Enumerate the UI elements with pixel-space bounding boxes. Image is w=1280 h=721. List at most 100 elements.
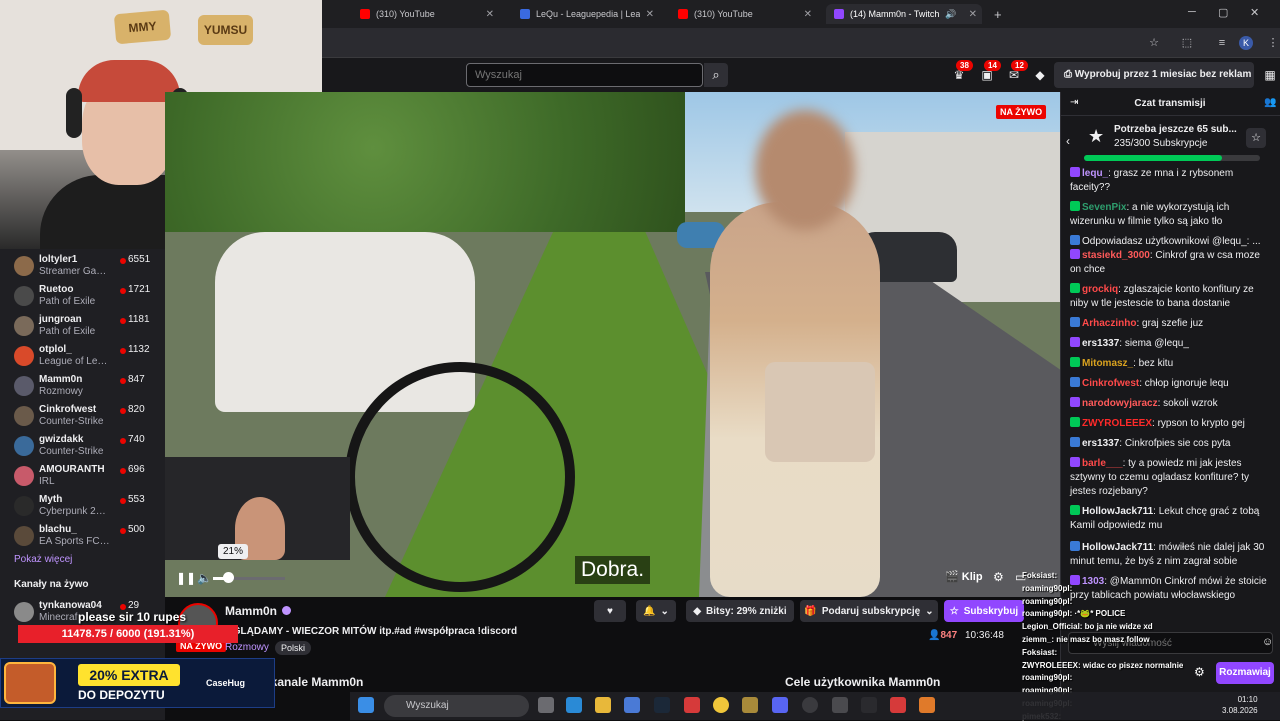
window-close-icon[interactable]: ✕ bbox=[1250, 6, 1259, 19]
language-tag[interactable]: Polski bbox=[275, 641, 312, 655]
extensions-icon[interactable]: ⬚ bbox=[1180, 36, 1194, 50]
close-icon[interactable]: ✕ bbox=[646, 9, 654, 20]
new-tab-button[interactable]: + bbox=[986, 4, 1006, 24]
chat-send-button[interactable]: Rozmawiaj bbox=[1216, 662, 1274, 684]
star-button-icon[interactable]: ☆ bbox=[1246, 128, 1266, 148]
donation-message: please sir 10 rupes bbox=[78, 610, 187, 624]
chat-username[interactable]: Arhaczinho bbox=[1082, 318, 1136, 329]
emote-picker-icon[interactable]: ☺ bbox=[1262, 636, 1273, 648]
chat-username[interactable]: grockiq bbox=[1082, 284, 1118, 295]
browser-tab[interactable]: (310) YouTube ✕ bbox=[352, 4, 502, 24]
chat-username[interactable]: narodowyjaracz bbox=[1082, 398, 1158, 409]
subscribe-button[interactable]: ☆ Subskrybuj bbox=[944, 600, 1024, 622]
reading-list-icon[interactable]: ≡ bbox=[1215, 36, 1229, 50]
riot-icon[interactable] bbox=[890, 697, 906, 713]
chat-username[interactable]: ers1337 bbox=[1082, 438, 1119, 449]
sidebar-channel[interactable]: Mamm0n Rozmowy 847 bbox=[0, 372, 165, 402]
chat-username[interactable]: SevenPix bbox=[1082, 202, 1126, 213]
live-dot-icon bbox=[120, 498, 126, 504]
promo-label: Wyprobuj przez 1 miesiac bez reklam bbox=[1074, 69, 1252, 80]
sidebar-channel[interactable]: loltyler1 Streamer Games 6551 bbox=[0, 252, 165, 282]
chat-username[interactable]: ers1337 bbox=[1082, 338, 1119, 349]
app-icon[interactable] bbox=[919, 697, 935, 713]
chat-username[interactable]: Cinkrofwest bbox=[1082, 378, 1139, 389]
sidebar-channel[interactable]: gwizdakk Counter-Strike 740 bbox=[0, 432, 165, 462]
sidebar-channel[interactable]: jungroan Path of Exile 1181 bbox=[0, 312, 165, 342]
maximize-icon[interactable]: ▢ bbox=[1218, 6, 1228, 19]
sidebar-channel[interactable]: AMOURANTH IRL 696 bbox=[0, 462, 165, 492]
notifications-button[interactable]: 🔔 ⌄ bbox=[636, 600, 676, 622]
close-icon[interactable]: ✕ bbox=[804, 9, 812, 20]
volume-slider-handle[interactable] bbox=[223, 572, 234, 583]
chat-username[interactable]: ZWYROLEEEX bbox=[1082, 418, 1152, 429]
app-icon[interactable] bbox=[832, 697, 848, 713]
discord-icon[interactable] bbox=[772, 697, 788, 713]
avatar bbox=[14, 466, 34, 486]
sidebar-channel[interactable]: Myth Cyberpunk 2077 553 bbox=[0, 492, 165, 522]
close-icon[interactable]: ✕ bbox=[486, 9, 494, 20]
browser-tab-active[interactable]: (14) Mamm0n - Twitch 🔊 ✕ bbox=[826, 4, 982, 24]
store-icon[interactable] bbox=[624, 697, 640, 713]
task-view-icon[interactable] bbox=[538, 697, 554, 713]
collapse-chat-icon[interactable]: ⇥ bbox=[1070, 97, 1078, 108]
chat-username[interactable]: HollowJack711 bbox=[1082, 506, 1153, 517]
star-icon[interactable]: ☆ bbox=[1147, 36, 1161, 50]
more-menu-icon[interactable]: ⋮ bbox=[1266, 36, 1280, 50]
gift-sub-button[interactable]: 🎁 Podaruj subskrypcję ⌄ bbox=[800, 600, 938, 622]
edge-icon[interactable] bbox=[566, 697, 582, 713]
app-icon[interactable] bbox=[684, 697, 700, 713]
chat-username[interactable]: 1303 bbox=[1082, 576, 1104, 587]
profile-avatar[interactable]: K bbox=[1239, 36, 1253, 50]
sidebar-channel[interactable]: otplol_ League of Lege... 1132 bbox=[0, 342, 165, 372]
channel-game: Path of Exile bbox=[39, 326, 96, 337]
volume-icon[interactable]: 🔈 bbox=[197, 571, 212, 585]
file-explorer-icon[interactable] bbox=[595, 697, 611, 713]
taskbar-search[interactable]: Wyszukaj bbox=[384, 695, 529, 717]
bits-icon[interactable]: ◆ bbox=[1032, 68, 1048, 82]
pause-icon[interactable]: ❚❚ bbox=[176, 571, 196, 585]
channel-name: Cinkrofwest bbox=[39, 404, 97, 415]
sidebar-channel[interactable]: blachu_ EA Sports FC 26 500 bbox=[0, 522, 165, 552]
speaker-icon[interactable]: 🔊 bbox=[945, 9, 956, 20]
bits-discount-button[interactable]: ◆ Bitsy: 29% zniżki bbox=[686, 600, 794, 622]
chat-username[interactable]: Mitomasz_ bbox=[1082, 358, 1133, 369]
chat-username[interactable]: barle___ bbox=[1082, 458, 1123, 469]
heart-icon: ♥ bbox=[607, 605, 613, 617]
app-icon[interactable] bbox=[861, 697, 877, 713]
chat-username[interactable]: HollowJack711 bbox=[1082, 542, 1153, 553]
chat-username[interactable]: stasiekd_3000 bbox=[1082, 250, 1150, 261]
league-icon[interactable] bbox=[742, 697, 758, 713]
turbo-icon: ⎙ bbox=[1064, 69, 1075, 80]
obs-icon[interactable] bbox=[802, 697, 818, 713]
video-scene-bike bbox=[345, 362, 575, 592]
user-menu-icon[interactable]: ▦ bbox=[1262, 68, 1278, 82]
close-icon[interactable]: ✕ bbox=[969, 9, 977, 20]
channel-name[interactable]: Mamm0n bbox=[225, 604, 277, 618]
stream-category-link[interactable]: Rozmowy bbox=[225, 642, 269, 653]
steam-icon[interactable] bbox=[654, 697, 670, 713]
search-icon[interactable]: ⌕ bbox=[704, 63, 728, 87]
youtube-icon bbox=[360, 9, 370, 19]
clip-button[interactable]: 🎬 Klip bbox=[945, 570, 983, 583]
chat-text: Odpowiadasz użytkownikowi @lequ_: ... bbox=[1082, 236, 1261, 247]
sidebar-channel[interactable]: Cinkrofwest Counter-Strike 820 bbox=[0, 402, 165, 432]
chevron-left-icon[interactable]: ‹ bbox=[1066, 134, 1070, 148]
sidebar-channel[interactable]: Ruetoo Path of Exile 1721 bbox=[0, 282, 165, 312]
follow-heart-button[interactable]: ♥ bbox=[594, 600, 626, 622]
chat-username[interactable]: lequ_ bbox=[1082, 168, 1108, 179]
community-icon[interactable]: 👥 bbox=[1264, 97, 1276, 108]
chat-badge-icon bbox=[1070, 283, 1080, 293]
browser-tab[interactable]: LeQu - Leaguepedia | League o ✕ bbox=[512, 4, 662, 24]
windows-start-icon[interactable] bbox=[358, 697, 374, 713]
overlay-chat-line: ZWYROLEEEX: widac co piszez normalnie bbox=[1022, 660, 1184, 670]
chat-settings-icon[interactable]: ⚙ bbox=[1194, 665, 1205, 679]
settings-gear-icon[interactable]: ⚙ bbox=[993, 570, 1004, 584]
minimize-icon[interactable]: ─ bbox=[1188, 6, 1196, 18]
browser-tab[interactable]: (310) YouTube ✕ bbox=[670, 4, 820, 24]
chat-badge-icon bbox=[1070, 201, 1080, 211]
ad-free-promo-button[interactable]: ⎙ Wyprobuj przez 1 miesiac bez reklam bbox=[1054, 62, 1254, 88]
chrome-icon[interactable] bbox=[713, 697, 729, 713]
search-input[interactable] bbox=[466, 63, 703, 87]
channel-game: IRL bbox=[39, 476, 55, 487]
show-more-link[interactable]: Pokaż więcej bbox=[14, 554, 72, 565]
